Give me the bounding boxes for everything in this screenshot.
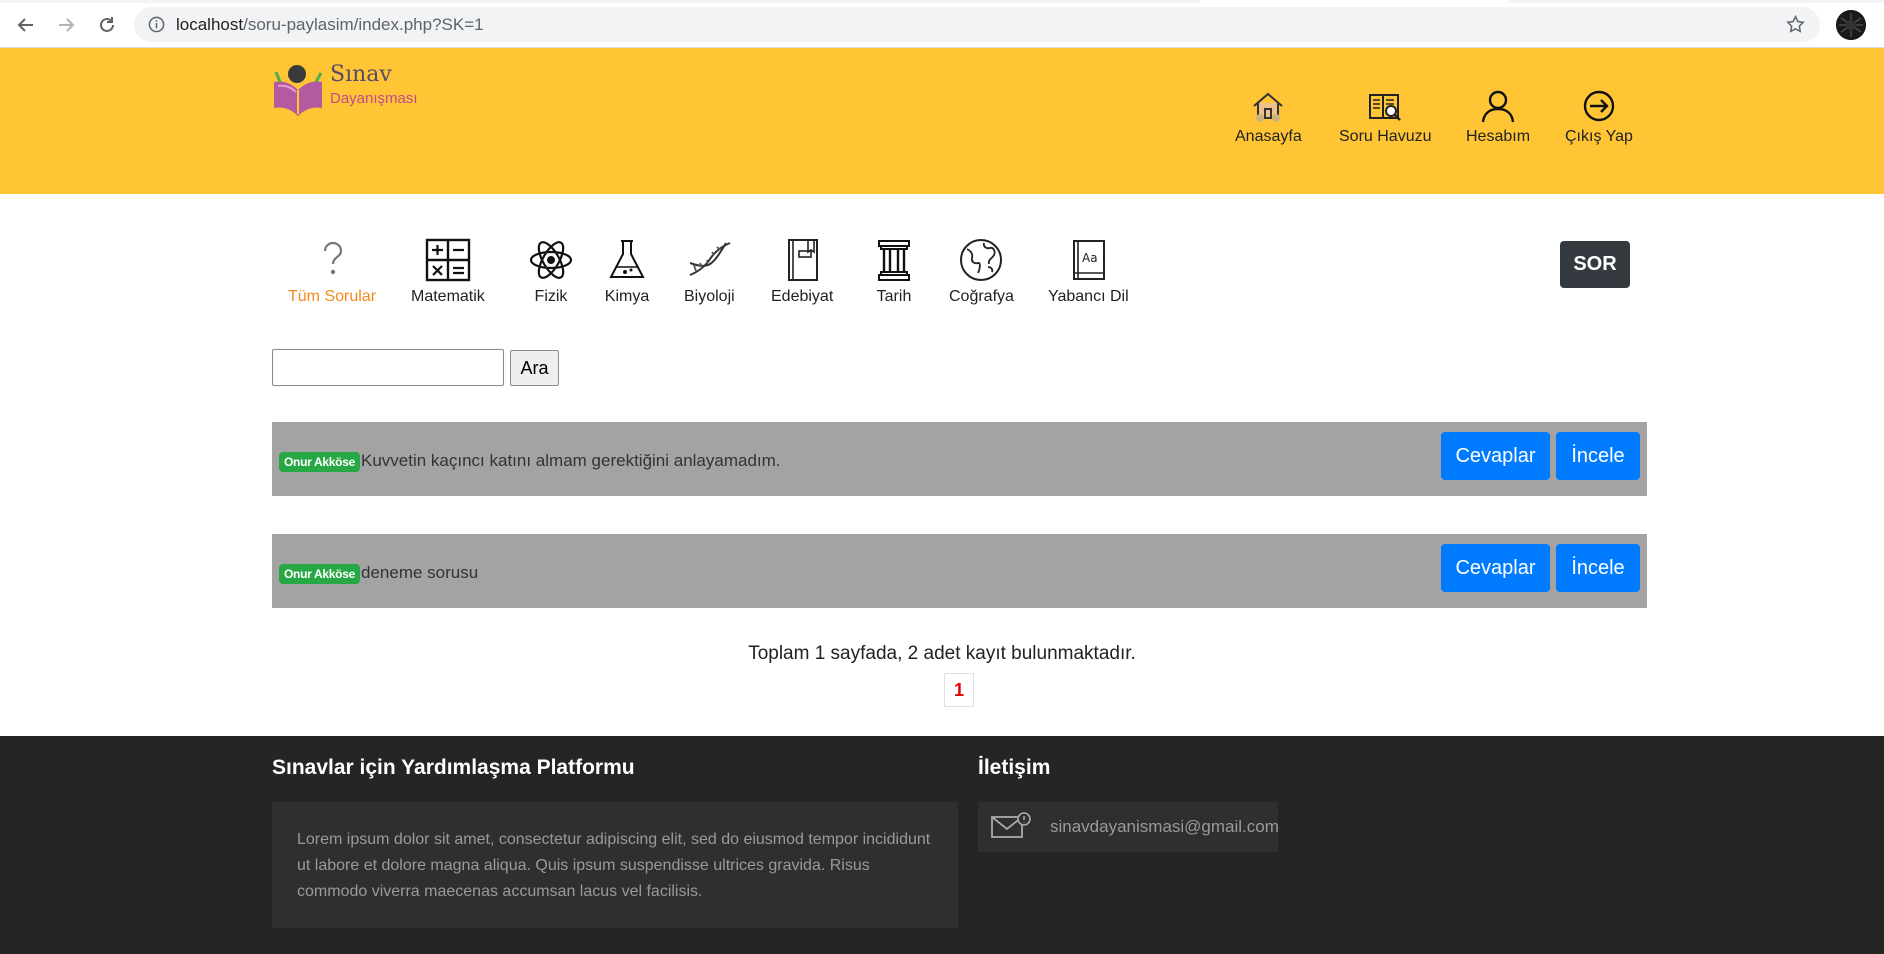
calculator-icon — [425, 238, 471, 282]
category-physics-label: Fizik — [534, 288, 568, 305]
profile-avatar[interactable] — [1836, 10, 1866, 40]
user-icon — [1481, 90, 1515, 123]
category-literature[interactable]: Edebiyat — [771, 237, 833, 306]
category-biology-label: Biyoloji — [684, 288, 735, 305]
question-text: Kuvvetin kaçıncı katını almam gerektiğin… — [361, 451, 781, 470]
book-search-icon — [1369, 94, 1402, 121]
category-math[interactable]: Matematik — [411, 237, 485, 306]
nav-question-pool[interactable]: Soru Havuzu — [1339, 88, 1432, 146]
category-history-label: Tarih — [876, 288, 912, 305]
logo-subtitle: Dayanışması — [330, 90, 418, 107]
category-history[interactable]: Tarih — [871, 237, 917, 306]
reload-icon[interactable] — [94, 12, 120, 38]
url-text: localhost/soru-paylasim/index.php?SK=1 — [176, 15, 484, 34]
logout-icon — [1583, 90, 1615, 122]
mail-icon — [991, 812, 1031, 838]
category-literature-label: Edebiyat — [771, 288, 834, 305]
footer-contact-box: sinavdayanismasi@gmail.com — [978, 802, 1279, 852]
category-all-label: Tüm Sorular — [288, 288, 377, 305]
footer-contact-title: İletişim — [978, 756, 1051, 779]
logo-title: Sınav — [330, 62, 392, 87]
book-logo-icon — [274, 65, 323, 116]
home-icon — [1253, 92, 1284, 122]
category-chemistry[interactable]: Kimya — [604, 237, 650, 306]
question-row: Onur Akköse deneme sorusu Cevaplar İncel… — [272, 534, 1647, 608]
book-icon — [788, 239, 819, 281]
answers-button[interactable]: Cevaplar — [1441, 432, 1550, 480]
atom-icon — [529, 241, 573, 279]
forward-arrow-icon[interactable] — [53, 12, 79, 38]
search-input[interactable] — [272, 349, 504, 386]
contact-email[interactable]: sinavdayanismasi@gmail.com — [1050, 817, 1279, 837]
nav-question-pool-label: Soru Havuzu — [1339, 128, 1432, 145]
footer-about-title: Sınavlar için Yardımlaşma Platformu — [272, 756, 635, 779]
author-badge[interactable]: Onur Akköse — [279, 452, 360, 472]
question-icon — [323, 241, 343, 275]
site-footer: Sınavlar için Yardımlaşma Platformu Lore… — [0, 736, 1884, 954]
category-all[interactable]: Tüm Sorular — [288, 237, 376, 306]
category-biology[interactable]: Biyoloji — [684, 237, 735, 306]
pagination-current-page[interactable]: 1 — [944, 673, 974, 707]
browser-toolbar: localhost/soru-paylasim/index.php?SK=1 — [0, 0, 1884, 48]
view-button[interactable]: İncele — [1556, 432, 1640, 480]
author-badge[interactable]: Onur Akköse — [279, 564, 360, 584]
category-physics[interactable]: Fizik — [528, 237, 574, 306]
dna-icon — [689, 242, 731, 276]
answers-button[interactable]: Cevaplar — [1441, 544, 1550, 592]
flask-icon — [609, 240, 645, 278]
category-foreign-language[interactable]: Aa Yabancı Dil — [1048, 237, 1129, 306]
info-icon[interactable] — [148, 16, 165, 33]
view-button[interactable]: İncele — [1556, 544, 1640, 592]
ask-question-button[interactable]: SOR — [1560, 241, 1630, 288]
category-geography[interactable]: Coğrafya — [949, 237, 1014, 306]
category-chemistry-label: Kimya — [604, 288, 650, 305]
nav-home[interactable]: Anasayfa — [1235, 88, 1302, 146]
nav-account-label: Hesabım — [1466, 128, 1531, 145]
column-icon — [878, 240, 910, 281]
back-arrow-icon[interactable] — [13, 12, 39, 38]
results-summary: Toplam 1 sayfada, 2 adet kayıt bulunmakt… — [748, 643, 1136, 664]
footer-about-box: Lorem ipsum dolor sit amet, consectetur … — [272, 802, 958, 928]
address-bar[interactable]: localhost/soru-paylasim/index.php?SK=1 — [134, 7, 1820, 42]
question-row: Onur Akköse Kuvvetin kaçıncı katını alma… — [272, 422, 1647, 496]
site-logo[interactable]: Sınav Dayanışması — [270, 60, 440, 120]
category-foreign-language-label: Yabancı Dil — [1048, 288, 1129, 305]
question-text: deneme sorusu — [361, 563, 479, 582]
bookmark-star-icon[interactable] — [1785, 14, 1806, 35]
footer-about-text: Lorem ipsum dolor sit amet, consectetur … — [297, 831, 931, 900]
dictionary-icon: Aa — [1073, 240, 1106, 280]
nav-home-label: Anasayfa — [1235, 128, 1302, 145]
globe-icon — [960, 239, 1003, 281]
nav-account[interactable]: Hesabım — [1466, 88, 1530, 146]
nav-logout[interactable]: Çıkış Yap — [1565, 88, 1633, 146]
search-button[interactable]: Ara — [510, 350, 559, 386]
category-geography-label: Coğrafya — [949, 288, 1014, 305]
nav-logout-label: Çıkış Yap — [1565, 128, 1633, 145]
category-math-label: Matematik — [411, 288, 485, 305]
site-header: Sınav Dayanışması Anasayfa Soru Havuzu H… — [0, 48, 1884, 194]
svg-text:Aa: Aa — [1082, 251, 1098, 265]
